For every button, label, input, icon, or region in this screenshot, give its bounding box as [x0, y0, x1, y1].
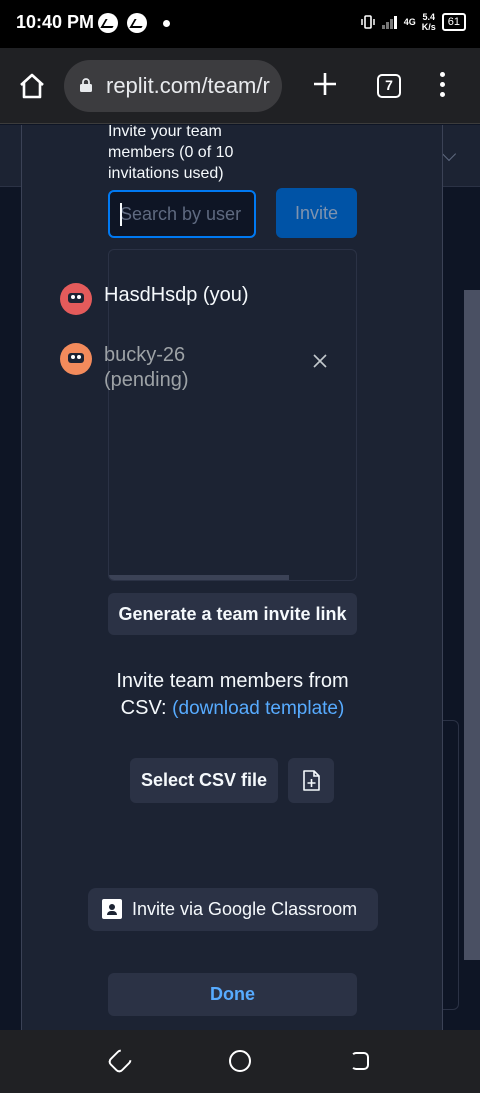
avatar [60, 283, 92, 315]
address-bar[interactable]: replit.com/team/r [64, 60, 282, 112]
list-item: bucky-26 (pending) [60, 343, 194, 393]
messenger-icon [98, 13, 118, 33]
close-icon[interactable] [312, 353, 328, 369]
browser-toolbar: replit.com/team/r 7 [0, 48, 480, 124]
network-speed: 5.4 K/s [421, 12, 436, 32]
back-icon[interactable] [351, 1052, 369, 1070]
download-template-link[interactable]: (download template) [172, 698, 344, 719]
done-button[interactable]: Done [108, 973, 357, 1016]
csv-invite-text: Invite team members from CSV: (download … [108, 668, 357, 722]
invite-label: Invite your team members (0 of 10 invita… [108, 125, 234, 182]
network-type: 4G [403, 17, 416, 27]
home-icon[interactable] [18, 72, 46, 100]
invite-modal: Invite your team members (0 of 10 invita… [21, 125, 443, 1030]
classroom-icon [102, 899, 122, 919]
recent-apps-icon[interactable] [106, 1047, 134, 1075]
file-add-icon [303, 770, 320, 791]
invite-button[interactable]: Invite [276, 188, 357, 238]
member-name: bucky-26 (pending) [104, 344, 189, 391]
vibrate-icon [360, 15, 375, 29]
status-icons: 4G 5.4 K/s 61 [360, 12, 466, 32]
lock-icon [80, 78, 92, 92]
horizontal-scrollbar[interactable] [109, 575, 289, 580]
scrollbar[interactable] [464, 290, 480, 960]
notification-dot-icon [163, 20, 170, 27]
messenger-icon [127, 13, 147, 33]
generate-invite-link-button[interactable]: Generate a team invite link [108, 593, 357, 635]
avatar [60, 343, 92, 375]
google-classroom-button[interactable]: Invite via Google Classroom [88, 888, 378, 931]
url-text: replit.com/team/r [106, 73, 270, 98]
list-item: HasdHsdp (you) [60, 283, 249, 315]
text-cursor [120, 203, 122, 226]
page-viewport: Invite your team members (0 of 10 invita… [0, 125, 480, 1030]
battery-icon: 61 [441, 13, 466, 31]
home-circle-icon[interactable] [229, 1050, 251, 1072]
new-tab-icon[interactable] [311, 70, 339, 98]
more-menu-icon[interactable] [438, 72, 446, 100]
member-name: HasdHsdp (you) [104, 284, 249, 306]
status-bar: 10:40 PM 4G 5.4 K/s 61 [0, 0, 480, 48]
system-nav-bar [0, 1030, 480, 1093]
status-time: 10:40 PM [16, 12, 95, 32]
select-csv-button[interactable]: Select CSV file [130, 758, 278, 803]
search-input[interactable] [108, 190, 256, 238]
add-file-button[interactable] [288, 758, 334, 803]
signal-icon [381, 15, 398, 29]
tab-switcher-button[interactable]: 7 [377, 74, 401, 98]
background-card [443, 720, 459, 1010]
classroom-label: Invite via Google Classroom [132, 899, 358, 919]
